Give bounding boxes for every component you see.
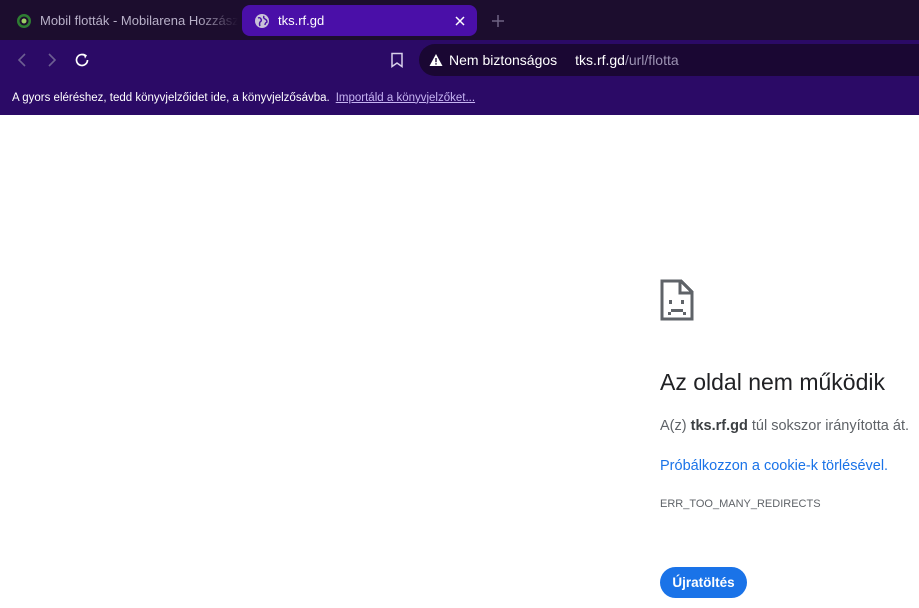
reload-button[interactable]: Újratöltés — [660, 567, 747, 598]
tab-title: tks.rf.gd — [278, 13, 325, 28]
clear-cookies-link[interactable]: Próbálkozzon a cookie-k törlésével. — [660, 458, 888, 474]
tab-title: Mobil flották - Mobilarena Hozzászólások — [40, 13, 238, 28]
error-description: A(z) tks.rf.gd túl sokszor irányította á… — [660, 418, 909, 434]
error-title: Az oldal nem működik — [660, 369, 885, 395]
toolbar: Nem biztonságos tks.rf.gd/url/flotta — [0, 40, 919, 80]
tab-mobilarena[interactable]: Mobil flották - Mobilarena Hozzászólások — [6, 5, 238, 36]
new-tab-icon[interactable] — [486, 9, 510, 33]
tab-strip: Mobil flották - Mobilarena Hozzászólások… — [0, 0, 919, 40]
import-bookmarks-link[interactable]: Importáld a könyvjelzőket... — [336, 92, 475, 104]
url-host: tks.rf.gd — [575, 52, 625, 68]
security-label: Nem biztonságos — [449, 52, 558, 68]
sad-page-icon — [659, 278, 695, 322]
close-tab-icon[interactable] — [449, 10, 471, 32]
mobilarena-logo-icon — [16, 13, 32, 29]
bookmark-icon[interactable] — [385, 48, 409, 72]
reload-icon[interactable] — [70, 48, 94, 72]
back-arrow-icon[interactable] — [10, 48, 34, 72]
error-desc-suffix: túl sokszor irányította át. — [751, 418, 910, 434]
error-desc-prefix: A(z) — [660, 418, 687, 434]
error-desc-host: tks.rf.gd — [690, 418, 748, 434]
error-code: ERR_TOO_MANY_REDIRECTS — [660, 498, 821, 510]
url-path: /url/flotta — [624, 52, 679, 68]
address-bar[interactable]: Nem biztonságos tks.rf.gd/url/flotta — [419, 44, 919, 76]
tab-tks[interactable]: tks.rf.gd — [242, 5, 477, 36]
bookmarks-prompt: A gyors eléréshez, tedd könyvjelzőidet i… — [12, 91, 330, 104]
bookmarks-bar: A gyors eléréshez, tedd könyvjelzőidet i… — [0, 80, 919, 115]
globe-icon — [254, 13, 270, 29]
warning-icon — [429, 53, 443, 67]
forward-arrow-icon[interactable] — [40, 48, 64, 72]
error-page: Az oldal nem működik A(z) tks.rf.gd túl … — [0, 115, 919, 608]
security-chip[interactable]: Nem biztonságos — [429, 52, 557, 68]
